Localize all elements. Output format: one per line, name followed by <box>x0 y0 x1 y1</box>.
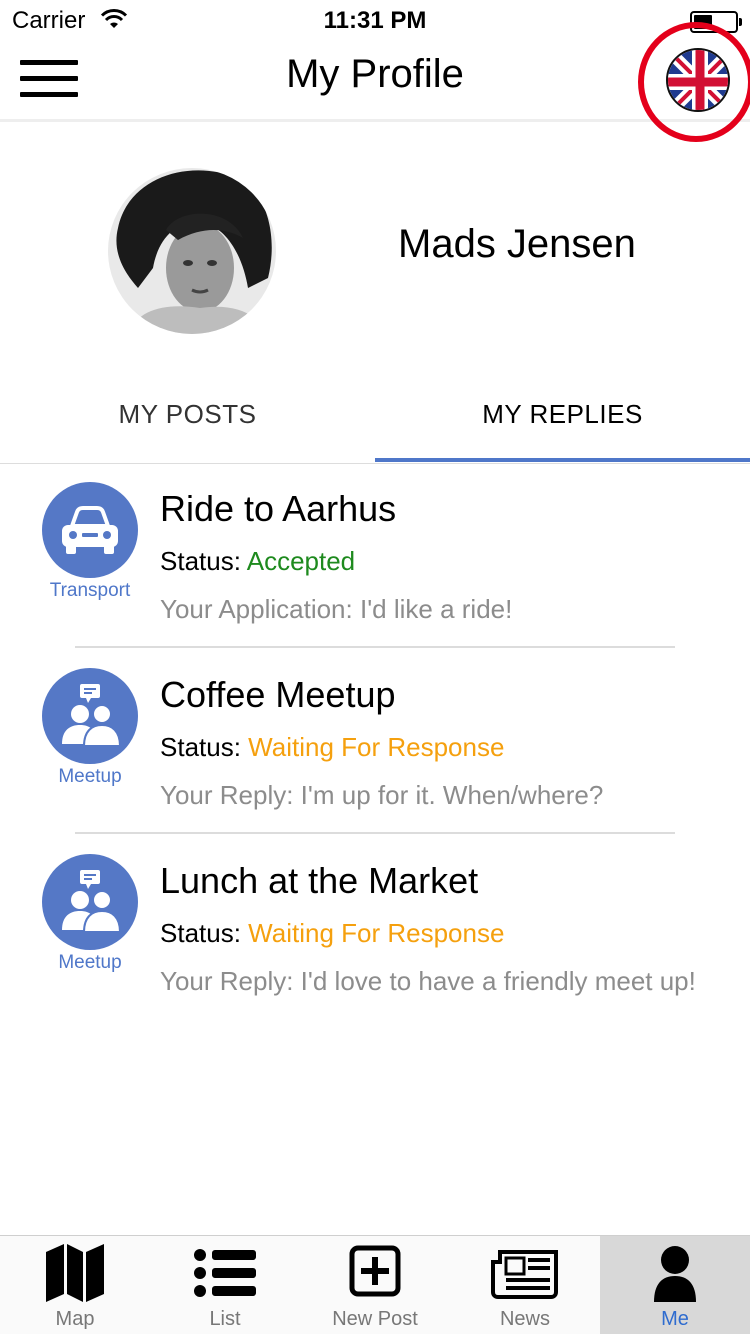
avatar <box>108 168 276 334</box>
status-bar: Carrier 11:31 PM <box>0 0 750 40</box>
divider <box>75 646 675 648</box>
tab-bar-label: New Post <box>332 1308 418 1330</box>
category-label: Meetup <box>58 766 122 787</box>
tab-bar-label: List <box>209 1308 241 1330</box>
list-item[interactable]: Transport Ride to Aarhus Status: Accepte… <box>0 464 750 650</box>
category-badge <box>42 668 138 764</box>
profile-name: Mads Jensen <box>398 222 636 266</box>
car-icon <box>62 506 118 554</box>
status-value: Accepted <box>246 546 356 576</box>
map-icon <box>46 1244 104 1302</box>
item-message: Your Application: I'd like a ride! <box>160 594 513 624</box>
item-status: Status: Accepted <box>160 546 355 577</box>
item-message: Your Reply: I'm up for it. When/where? <box>160 780 604 810</box>
people-chat-icon <box>62 870 122 933</box>
tab-bar-list[interactable]: List <box>150 1236 300 1334</box>
status-label: Status: <box>160 546 241 576</box>
item-status: Status: Waiting For Response <box>160 732 504 763</box>
tab-my-replies[interactable]: MY REPLIES <box>375 380 750 464</box>
segment-tabs: MY POSTS MY REPLIES <box>0 380 750 464</box>
item-status: Status: Waiting For Response <box>160 918 504 949</box>
status-label: Status: <box>160 918 241 948</box>
bottom-tab-bar: Map List New Post News Me <box>0 1235 750 1334</box>
list-item[interactable]: Meetup Coffee Meetup Status: Waiting For… <box>0 650 750 836</box>
list-item[interactable]: Meetup Lunch at the Market Status: Waiti… <box>0 836 750 1056</box>
category-label: Transport <box>49 580 131 601</box>
tab-bar-label: News <box>499 1308 550 1330</box>
list-icon <box>194 1249 256 1297</box>
status-label: Status: <box>160 732 241 762</box>
tab-my-posts[interactable]: MY POSTS <box>0 380 375 464</box>
category-label: Meetup <box>58 952 122 973</box>
item-title: Coffee Meetup <box>160 674 396 715</box>
new-post-icon <box>349 1245 401 1297</box>
tab-bar-new-post[interactable]: New Post <box>300 1236 450 1334</box>
tab-bar-news[interactable]: News <box>450 1236 600 1334</box>
category-badge <box>42 854 138 950</box>
status-time: 11:31 PM <box>323 7 427 34</box>
tab-bar-me[interactable]: Me <box>600 1236 750 1334</box>
newspaper-icon <box>491 1250 558 1299</box>
reply-list: Transport Ride to Aarhus Status: Accepte… <box>0 464 750 1056</box>
status-value: Waiting For Response <box>248 918 505 948</box>
divider <box>75 832 675 834</box>
people-chat-icon <box>62 684 122 747</box>
item-message: Your Reply: I'd love to have a friendly … <box>160 966 696 996</box>
nav-bar: My Profile <box>0 22 750 142</box>
tab-bar-map[interactable]: Map <box>0 1236 150 1334</box>
status-value: Waiting For Response <box>248 732 505 762</box>
person-icon <box>654 1246 696 1302</box>
category-badge <box>42 482 138 578</box>
uk-flag-icon[interactable] <box>666 48 730 112</box>
item-title: Lunch at the Market <box>160 860 479 901</box>
tab-bar-label: Me <box>661 1308 689 1330</box>
item-title: Ride to Aarhus <box>160 488 397 529</box>
active-tab-indicator <box>375 458 750 462</box>
tab-bar-label: Map <box>55 1308 95 1330</box>
